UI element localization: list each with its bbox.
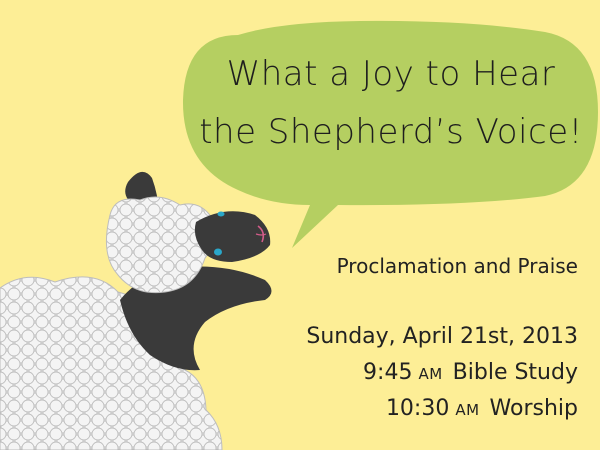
headline-line-2: the Shepherd’s Voice! [199, 112, 583, 152]
schedule-event: Worship [489, 396, 578, 421]
schedule-period: AM [455, 401, 480, 419]
headline-line-1: What a Joy to Hear [226, 54, 556, 94]
event-date: Sunday, April 21st, 2013 [306, 324, 578, 349]
schedule-event: Bible Study [452, 360, 578, 385]
sheep-illustration [0, 171, 272, 450]
schedule-period: AM [418, 365, 443, 383]
subtitle: Proclamation and Praise [336, 254, 578, 278]
schedule-item-bible-study: 9:45 AM Bible Study [363, 360, 578, 385]
schedule-item-worship: 10:30 AM Worship [386, 396, 578, 421]
schedule-time: 9:45 [363, 360, 413, 385]
schedule-time: 10:30 [385, 396, 450, 421]
